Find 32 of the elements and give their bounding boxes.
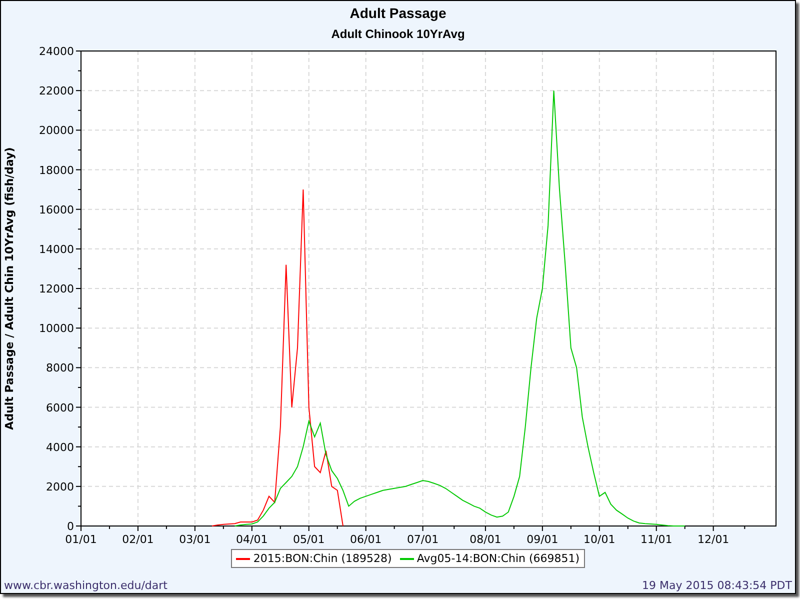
legend-label: Avg05-14:BON:Chin (669851) [416, 552, 580, 565]
tick-label: 09/01 [526, 533, 558, 546]
tick-label: 24000 [39, 45, 74, 58]
tick-label: 20000 [39, 124, 74, 138]
tick-label: 18000 [39, 164, 74, 177]
tick-label: 8000 [46, 362, 74, 375]
tick-label: 16000 [39, 203, 74, 216]
tick-label: 01/01 [65, 533, 97, 546]
chart-title: Adult Passage [350, 5, 446, 21]
tick-label: 06/01 [350, 533, 382, 546]
legend-label: 2015:BON:Chin (189528) [253, 552, 392, 565]
tick-label: 02/01 [122, 533, 154, 546]
tick-label: 0 [67, 520, 74, 533]
tick-label: 05/01 [293, 533, 325, 546]
tick-label: 07/01 [406, 533, 439, 546]
tick-label: 12000 [39, 282, 74, 296]
tick-label: 12/01 [697, 533, 730, 546]
tick-label: 03/01 [179, 533, 211, 546]
tick-label: 04/01 [236, 533, 268, 546]
tick-label: 4000 [46, 440, 74, 454]
tick-label: 10000 [39, 322, 74, 336]
tick-label: 10/01 [584, 533, 616, 546]
tick-label: 2000 [46, 480, 74, 494]
chart-subtitle: Adult Chinook 10YrAvg [331, 27, 465, 41]
tick-label: 22000 [39, 84, 74, 98]
axis-title: Adult Passage / Adult Chin 10YrAvg (fish/day) [3, 147, 16, 430]
tick-label: 08/01 [470, 533, 502, 546]
timestamp: 19 May 2015 08:43:54 PDT [642, 579, 792, 592]
tick-label: 11/01 [640, 533, 672, 546]
site-link[interactable]: www.cbr.washington.edu/dart [4, 579, 168, 592]
tick-label: 6000 [46, 401, 74, 414]
tick-label: 14000 [39, 242, 74, 256]
